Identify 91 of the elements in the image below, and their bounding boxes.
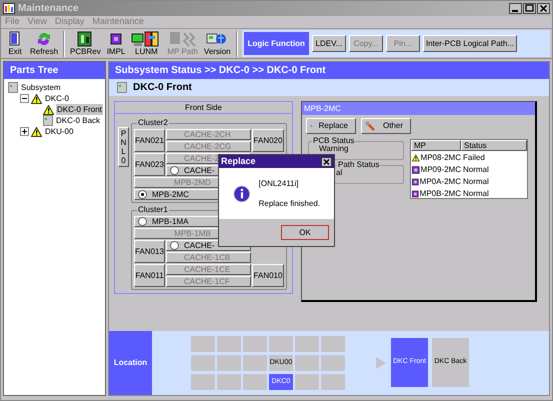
logic-function-label: Logic Function <box>244 32 309 55</box>
panel-header: Parts Tree <box>4 62 105 79</box>
radio-button[interactable] <box>170 241 179 250</box>
close-button[interactable] <box>537 3 550 14</box>
location-cell[interactable] <box>295 374 319 390</box>
location-cell[interactable] <box>217 374 241 390</box>
message-text: Replace finished. <box>258 198 320 210</box>
minimize-button[interactable] <box>509 3 522 14</box>
location-label: Location <box>109 331 152 395</box>
location-cell[interactable] <box>321 374 345 390</box>
fan-button[interactable]: FAN013 <box>134 240 165 263</box>
app-icon <box>3 3 15 14</box>
table-cell-text: Failed <box>462 152 485 164</box>
toolbar-button[interactable]: IMPL <box>104 30 128 58</box>
panel-header: MPB-2MC <box>302 102 535 115</box>
location-cell[interactable] <box>269 336 293 352</box>
toolbar-button[interactable]: Version <box>200 30 234 58</box>
column-header[interactable]: Status <box>461 140 527 151</box>
board-icon <box>43 115 53 126</box>
ok-button[interactable]: OK <box>281 225 329 240</box>
cluster-label: Cluster2 <box>137 118 169 128</box>
location-cell[interactable] <box>191 374 215 390</box>
status-value: Warning <box>319 144 348 153</box>
tree-item[interactable]: DKU-00 <box>44 126 74 137</box>
message-code: [ONL2411i] <box>258 178 300 190</box>
radio-button[interactable] <box>138 217 147 226</box>
board-icon <box>8 82 18 93</box>
table-cell: MP0A-2MC <box>420 176 461 188</box>
location-cell[interactable] <box>243 374 267 390</box>
warning-board-icon <box>31 126 42 136</box>
window-title: Maintenance <box>18 2 79 16</box>
location-cell[interactable] <box>217 355 241 371</box>
toolbar-button[interactable]: Exit <box>3 30 27 58</box>
table-cell-text: Normal <box>462 164 489 176</box>
table-cell-text: Normal <box>462 188 489 200</box>
refresh-icon <box>35 31 53 47</box>
location-cell[interactable] <box>191 336 215 352</box>
radio-button[interactable] <box>170 166 179 175</box>
table-cell: MP09-2MC <box>420 164 461 176</box>
expand-icon[interactable] <box>20 127 29 136</box>
warning-icon <box>412 152 420 162</box>
fan-button[interactable]: FAN011 <box>134 264 165 287</box>
location-cell[interactable] <box>217 336 241 352</box>
close-button[interactable] <box>321 156 332 166</box>
table-cell: MP0B-2MC <box>420 188 461 200</box>
fan-button[interactable]: FAN023 <box>134 153 165 176</box>
toolbar-button[interactable]: PCBRev <box>67 30 104 58</box>
toolbar-button[interactable]: Refresh <box>27 30 62 58</box>
column-header[interactable]: MP <box>411 140 461 151</box>
cluster-label: Cluster1 <box>137 205 169 215</box>
path-icon <box>168 31 198 47</box>
location-cell[interactable] <box>243 355 267 371</box>
warning-board-icon <box>31 94 42 104</box>
fan-button[interactable]: FAN021 <box>134 129 165 152</box>
computer-globe-icon <box>206 31 228 47</box>
triangle-icon <box>375 356 387 370</box>
maximize-button[interactable] <box>523 3 536 14</box>
location-cell[interactable] <box>295 355 319 371</box>
status-value: al <box>336 168 342 177</box>
collapse-icon[interactable] <box>20 94 29 103</box>
tree-item[interactable]: Subsystem <box>20 82 62 93</box>
computer-disks-icon <box>131 31 162 47</box>
warning-board-icon <box>43 104 54 114</box>
tree-item[interactable]: DKC-0 Back <box>55 115 102 126</box>
group-label: PCB Status <box>312 136 356 145</box>
panel-header: Front Side <box>115 102 292 114</box>
fan-button[interactable]: FAN020 <box>252 129 284 152</box>
function-button[interactable]: LDEV... <box>312 35 346 52</box>
wrench-icon <box>365 120 377 132</box>
action-button[interactable]: Replace <box>306 118 356 134</box>
table-cell: MP08-2MC <box>420 152 461 164</box>
location-cell[interactable] <box>243 336 267 352</box>
info-icon <box>233 184 251 204</box>
page-title: DKC-0 Front <box>133 81 192 95</box>
radio-button[interactable] <box>138 190 147 199</box>
tree-item[interactable]: DKC-0 <box>44 93 70 104</box>
location-cell[interactable] <box>321 336 345 352</box>
table-cell-text: Normal <box>462 176 489 188</box>
tree-item[interactable]: DKC-0 Front <box>56 104 103 115</box>
toolbar-button[interactable]: LUNM <box>128 30 164 58</box>
location-cell[interactable] <box>321 355 345 371</box>
group-label: Path Status <box>337 160 380 169</box>
fan-button[interactable]: FAN010 <box>252 264 284 287</box>
location-cell[interactable] <box>191 355 215 371</box>
circuit-board-icon <box>76 31 94 47</box>
location-cell[interactable] <box>295 336 319 352</box>
device-icon <box>117 82 127 93</box>
breadcrumb-bar: Subsystem Status >> DKC-0 >> DKC-0 Front <box>109 62 549 79</box>
function-button[interactable]: Inter-PCB Logical Path... <box>422 35 517 52</box>
action-button[interactable]: Other <box>361 118 411 134</box>
panel-button[interactable]: PNL0 <box>118 127 129 167</box>
